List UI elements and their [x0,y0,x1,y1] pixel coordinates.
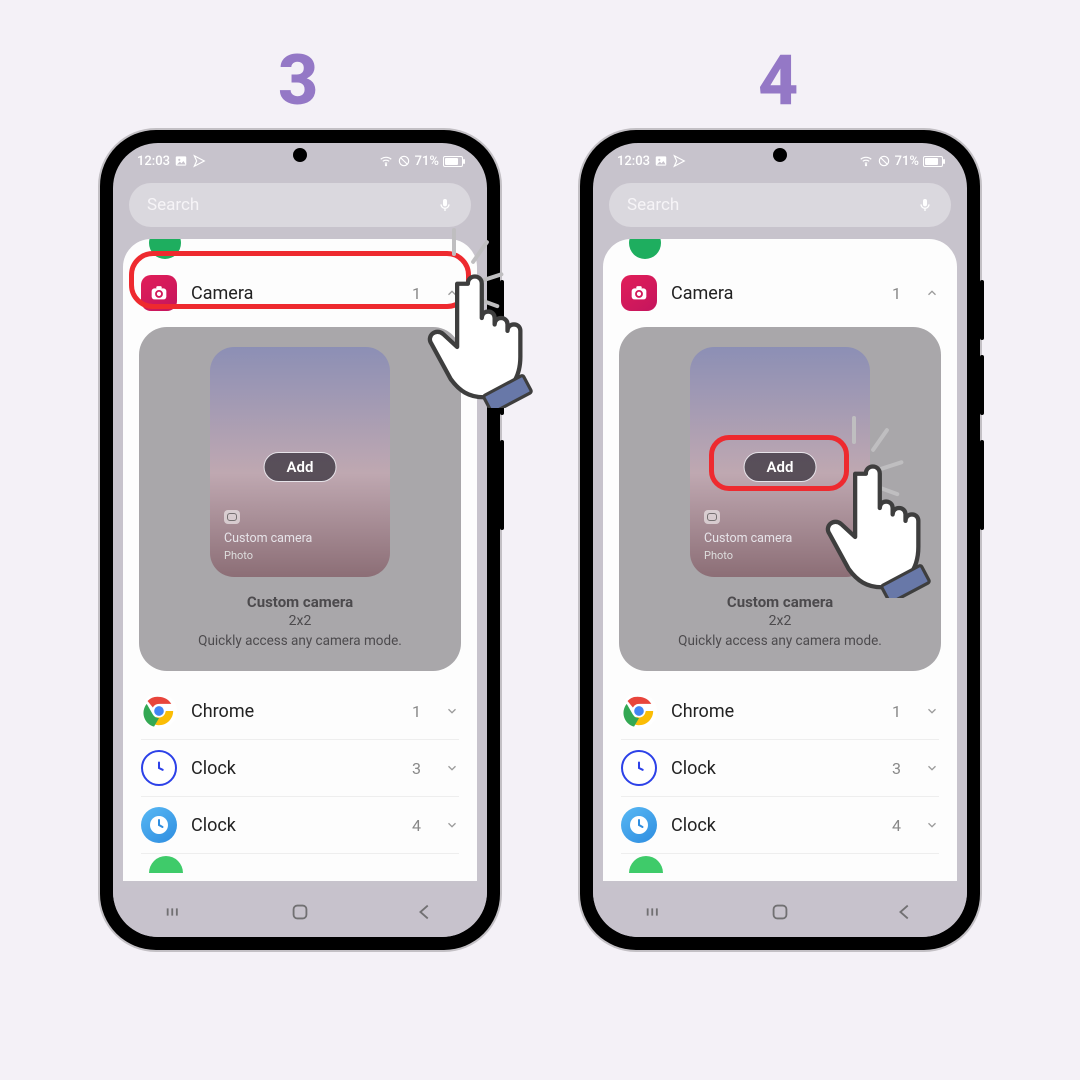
widget-search-input[interactable]: Search [609,183,951,227]
phone-volume-button [980,355,984,415]
battery-percent: 71% [895,154,919,169]
widget-row-clock-samsung[interactable]: Clock 3 [603,740,957,796]
widget-row-label: Camera [191,283,253,304]
widget-count: 1 [892,284,901,303]
widget-count: 1 [412,284,421,303]
nav-home-icon[interactable] [289,901,311,923]
widget-tile-custom-camera[interactable]: Add Custom camera Photo [690,347,870,577]
widget-tile-labels: Custom camera Photo [224,510,312,563]
phone-volume-button [980,280,984,340]
clock-app-icon [621,750,657,786]
phone-power-button [980,440,984,530]
battery-percent: 71% [415,154,439,169]
nav-home-icon[interactable] [769,901,791,923]
add-widget-button[interactable]: Add [744,452,817,482]
phone-front-camera [773,148,787,162]
widget-search-input[interactable]: Search [129,183,471,227]
next-app-peek [629,856,663,873]
widget-row-label: Clock [671,815,716,836]
search-placeholder: Search [147,195,199,215]
widget-count: 4 [892,816,901,835]
chevron-down-icon [925,704,939,718]
no-disturb-icon [877,154,891,168]
widget-row-chrome[interactable]: Chrome 1 [123,683,477,739]
mic-icon[interactable] [917,197,933,213]
mic-icon[interactable] [437,197,453,213]
previous-app-peek [149,239,181,259]
android-nav-bar [113,887,487,937]
widget-meta: Custom camera 2x2 Quickly access any cam… [159,593,441,649]
next-app-peek [149,856,183,873]
image-icon [654,154,668,168]
chrome-app-icon [621,693,657,729]
phone-mock-step3: 12:03 71% Search Camera [100,130,500,950]
phone-front-camera [293,148,307,162]
wifi-icon [859,154,873,168]
widget-row-camera[interactable]: Camera 1 [123,257,477,321]
chevron-down-icon [445,704,459,718]
chevron-down-icon [925,818,939,832]
camera-small-icon [704,510,720,524]
widget-row-chrome[interactable]: Chrome 1 [603,683,957,739]
phone-mock-step4: 12:03 71% Search Camera [580,130,980,950]
widget-count: 4 [412,816,421,835]
add-widget-button[interactable]: Add [264,452,337,482]
status-time: 12:03 [617,154,650,169]
widget-count: 3 [892,759,901,778]
camera-app-icon [621,275,657,311]
camera-app-icon [141,275,177,311]
phone-volume-button [500,355,504,415]
widget-count: 1 [412,702,421,721]
widget-row-clock-google[interactable]: Clock 4 [123,797,477,853]
wifi-icon [379,154,393,168]
widget-picker-sheet: Camera 1 Add Custom camera Photo Custom … [603,239,957,881]
no-disturb-icon [397,154,411,168]
chevron-up-icon [445,286,459,300]
nav-recents-icon[interactable] [644,901,666,923]
image-icon [174,154,188,168]
chevron-down-icon [445,818,459,832]
battery-icon [923,156,943,167]
step-number-4: 4 [758,40,798,122]
widget-row-label: Camera [671,283,733,304]
chrome-app-icon [141,693,177,729]
widget-picker-sheet: Camera 1 Add Custom camera Photo Custom … [123,239,477,881]
step-number-3: 3 [278,40,318,122]
previous-app-peek [629,239,661,259]
chevron-down-icon [445,761,459,775]
chevron-down-icon [925,761,939,775]
play-icon [192,154,206,168]
widget-count: 1 [892,702,901,721]
widget-row-clock-samsung[interactable]: Clock 3 [123,740,477,796]
widget-row-label: Clock [671,758,716,779]
widget-meta: Custom camera 2x2 Quickly access any cam… [639,593,921,649]
clock-app-icon [141,807,177,843]
clock-app-icon [141,750,177,786]
chevron-up-icon [925,286,939,300]
widget-row-label: Chrome [671,701,734,722]
battery-icon [443,156,463,167]
camera-small-icon [224,510,240,524]
phone-power-button [500,440,504,530]
nav-back-icon[interactable] [894,901,916,923]
widget-tile-labels: Custom camera Photo [704,510,792,563]
phone-volume-button [500,280,504,340]
clock-app-icon [621,807,657,843]
widget-preview-card[interactable]: Add Custom camera Photo Custom camera 2x… [619,327,941,671]
widget-preview-card[interactable]: Add Custom camera Photo Custom camera 2x… [139,327,461,671]
widget-row-camera[interactable]: Camera 1 [603,257,957,321]
status-time: 12:03 [137,154,170,169]
widget-row-label: Chrome [191,701,254,722]
play-icon [672,154,686,168]
search-placeholder: Search [627,195,679,215]
widget-row-label: Clock [191,758,236,779]
android-nav-bar [593,887,967,937]
nav-recents-icon[interactable] [164,901,186,923]
widget-row-label: Clock [191,815,236,836]
widget-row-clock-google[interactable]: Clock 4 [603,797,957,853]
widget-tile-custom-camera[interactable]: Add Custom camera Photo [210,347,390,577]
nav-back-icon[interactable] [414,901,436,923]
widget-count: 3 [412,759,421,778]
